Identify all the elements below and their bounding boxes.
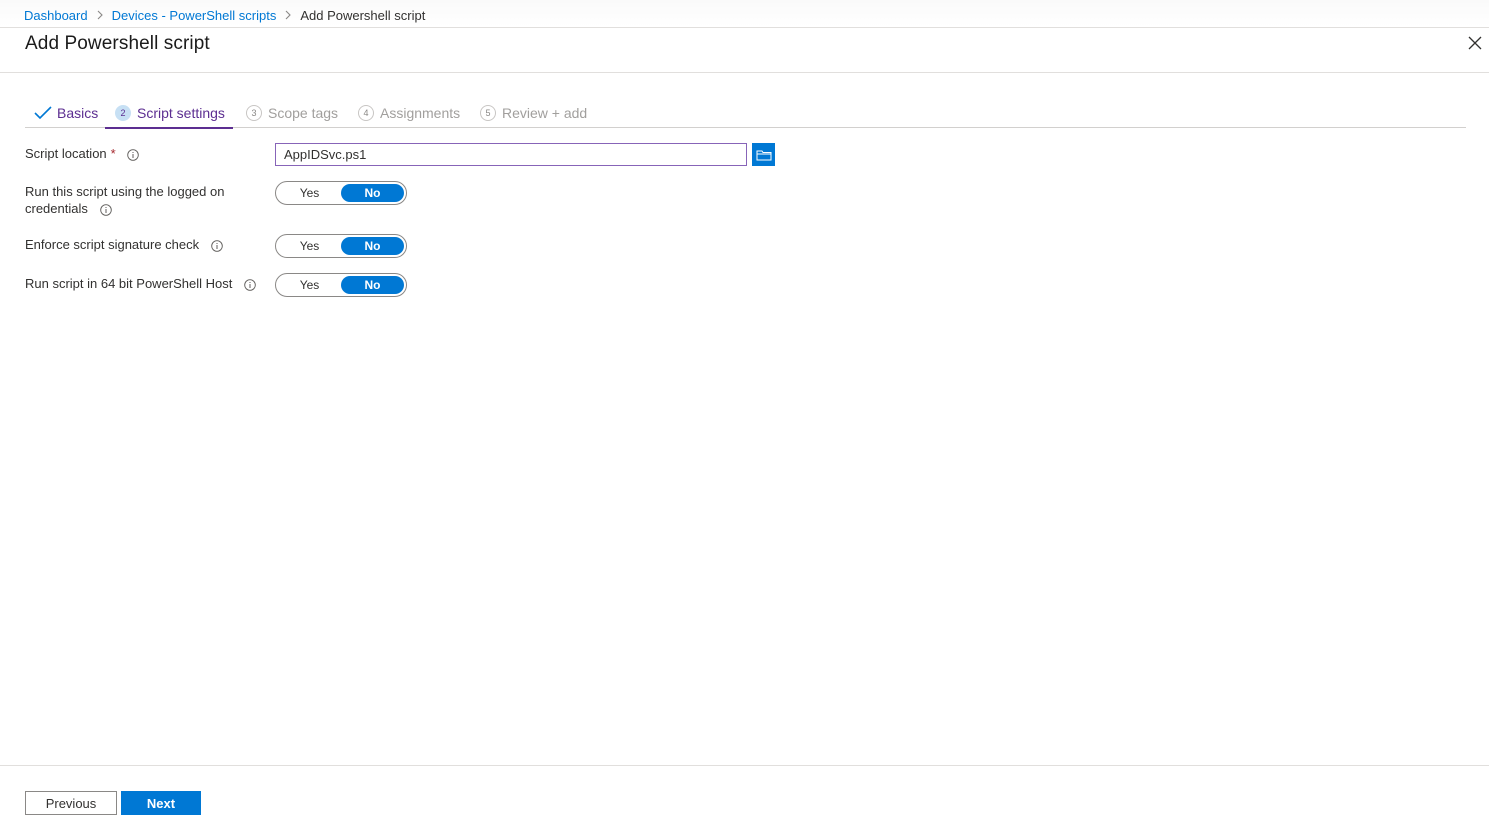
tab-review-add[interactable]: 5 Review + add (480, 98, 587, 127)
info-icon[interactable] (244, 278, 256, 291)
toggle-no[interactable]: No (341, 184, 404, 202)
chevron-right-icon (96, 10, 104, 20)
page-title: Add Powershell script (25, 33, 210, 54)
breadcrumb-devices-powershell-scripts[interactable]: Devices - PowerShell scripts (112, 8, 277, 23)
toggle-yes[interactable]: Yes (278, 184, 341, 202)
step-number: 3 (246, 104, 262, 121)
step-number: 4 (358, 104, 374, 121)
checkmark-icon (34, 105, 52, 120)
footer-divider (0, 765, 1489, 766)
breadcrumb-current: Add Powershell script (300, 7, 426, 23)
toggle-yes[interactable]: Yes (278, 276, 341, 294)
tab-label: Assignments (380, 104, 461, 121)
required-marker: * (110, 146, 116, 161)
tab-label: Review + add (502, 104, 588, 121)
next-button[interactable]: Next (121, 791, 201, 815)
chevron-right-icon (284, 10, 292, 20)
info-icon[interactable] (127, 148, 140, 161)
toggle-yes[interactable]: Yes (278, 237, 341, 255)
wizard-tabs: Basics 2 Script settings 3 Scope tags 4 … (25, 98, 1466, 129)
tab-label: Scope tags (268, 104, 339, 121)
step-number: 2 (115, 104, 131, 121)
signature-check-label: Enforce script signature check (25, 236, 223, 253)
logged-on-credentials-label: Run this script using the logged on cred… (25, 184, 225, 216)
signature-check-toggle[interactable]: Yes No (275, 234, 407, 258)
tab-basics[interactable]: Basics (34, 98, 98, 127)
tab-assignments[interactable]: 4 Assignments (358, 98, 460, 127)
folder-icon[interactable] (752, 143, 775, 166)
tab-label: Script settings (137, 104, 225, 121)
logged-on-credentials-toggle[interactable]: Yes No (275, 181, 407, 205)
info-icon[interactable] (99, 203, 112, 216)
previous-button[interactable]: Previous (25, 791, 117, 815)
toggle-no[interactable]: No (341, 276, 404, 294)
breadcrumb-dashboard[interactable]: Dashboard (24, 8, 88, 23)
close-icon[interactable] (1466, 34, 1484, 52)
tab-label: Basics (57, 104, 99, 121)
script-location-label: Script location * (25, 145, 140, 162)
run-64bit-label: Run script in 64 bit PowerShell Host (25, 275, 256, 292)
tab-script-settings[interactable]: 2 Script settings (105, 98, 233, 129)
breadcrumb: Dashboard Devices - PowerShell scripts A… (24, 6, 425, 24)
script-location-input[interactable] (275, 143, 747, 166)
toggle-no[interactable]: No (341, 237, 404, 255)
info-icon[interactable] (211, 239, 223, 252)
run-64bit-toggle[interactable]: Yes No (275, 273, 407, 297)
title-divider (0, 72, 1489, 73)
step-number: 5 (480, 104, 496, 121)
tab-scope-tags[interactable]: 3 Scope tags (246, 98, 338, 127)
